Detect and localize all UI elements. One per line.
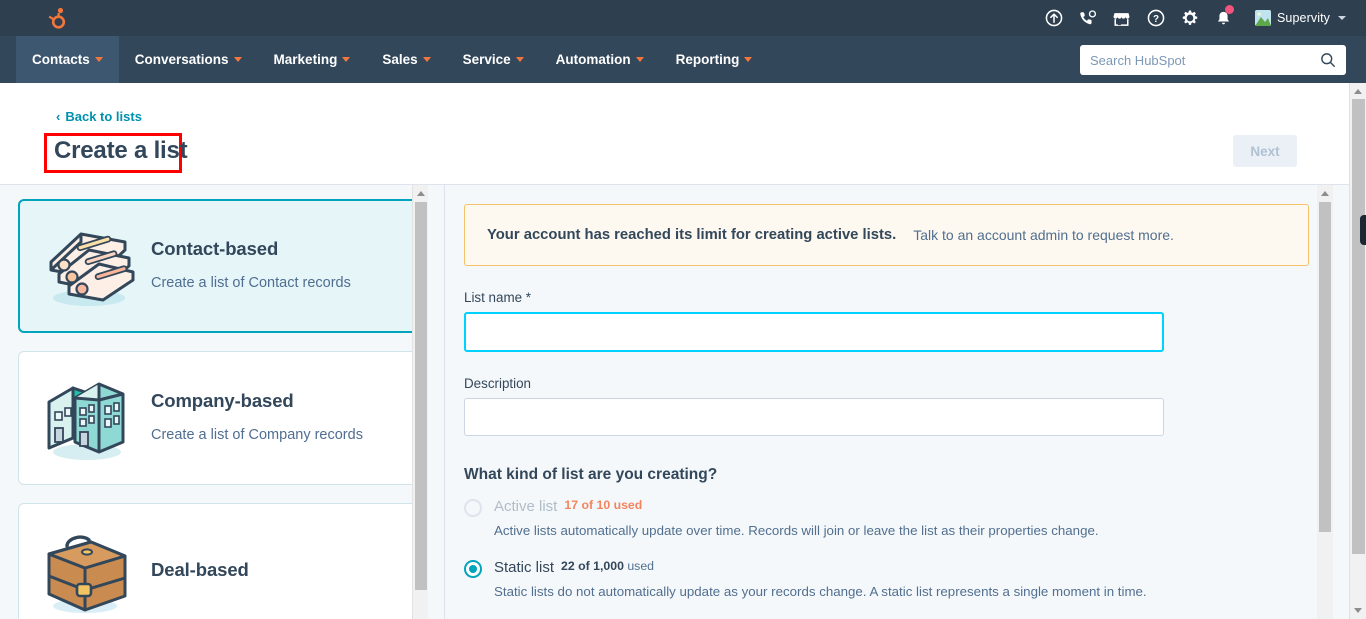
card-description: Create a list of Contact records xyxy=(151,274,351,291)
settings-gear-icon[interactable] xyxy=(1173,0,1207,36)
nav-item-marketing[interactable]: Marketing xyxy=(258,36,367,83)
avatar xyxy=(1254,10,1271,26)
radio-option-active-list[interactable]: Active list 17 of 10 used xyxy=(464,498,1293,517)
description-input[interactable] xyxy=(464,398,1164,436)
radio-label-active-list: Active list xyxy=(494,498,558,515)
static-list-usage: 22 of 1,000 used xyxy=(561,559,654,573)
chevron-down-icon xyxy=(422,57,431,62)
back-to-lists-link[interactable]: ‹ Back to lists xyxy=(56,109,142,124)
list-details-form: Your account has reached its limit for c… xyxy=(445,185,1333,619)
page-title: Create a list xyxy=(54,137,188,164)
account-menu[interactable]: Supervity xyxy=(1249,0,1352,36)
notifications-bell-icon[interactable] xyxy=(1207,0,1241,36)
utility-icons-group: ? Supervity xyxy=(1037,0,1352,36)
scroll-down-arrow-icon[interactable] xyxy=(1354,608,1362,613)
main-navigation: Contacts Conversations Marketing Sales S… xyxy=(0,36,1366,83)
radio-button-active-list[interactable] xyxy=(464,499,482,517)
nav-label: Automation xyxy=(555,52,631,67)
back-link-label: Back to lists xyxy=(65,109,142,124)
active-list-usage: 17 of 10 used xyxy=(564,498,643,512)
card-title: Deal-based xyxy=(151,559,249,580)
search-input[interactable] xyxy=(1090,52,1320,68)
next-button[interactable]: Next xyxy=(1233,135,1297,167)
svg-text:?: ? xyxy=(1153,14,1159,25)
nav-item-conversations[interactable]: Conversations xyxy=(119,36,258,83)
office-building-illustration-icon xyxy=(35,366,139,470)
list-name-label: List name * xyxy=(464,290,531,305)
radio-option-static-list[interactable]: Static list 22 of 1,000 used xyxy=(464,559,1293,578)
banner-heading: Your account has reached its limit for c… xyxy=(487,227,897,243)
right-panel-scrollbar[interactable] xyxy=(1317,185,1333,619)
chevron-down-icon xyxy=(515,57,524,62)
top-utility-bar: ? Supervity xyxy=(0,0,1366,36)
card-description: Create a list of Company records xyxy=(151,426,363,443)
scrollbar-thumb[interactable] xyxy=(1352,99,1365,554)
nav-item-automation[interactable]: Automation xyxy=(540,36,660,83)
banner-subtext: Talk to an account admin to request more… xyxy=(913,227,1174,243)
nav-label: Sales xyxy=(382,52,418,67)
card-title: Contact-based xyxy=(151,237,279,259)
radio-label-static-list: Static list xyxy=(494,558,555,576)
chevron-down-icon xyxy=(233,57,242,62)
content-body: Contact-based Create a list of Contact r… xyxy=(0,185,1349,619)
static-usage-count: 22 of 1,000 xyxy=(561,558,624,573)
card-text-block: Company-based Create a list of Company r… xyxy=(151,390,363,446)
left-panel-scrollbar[interactable] xyxy=(412,185,428,619)
page-header: ‹ Back to lists Next xyxy=(0,83,1349,185)
briefcase-illustration-icon xyxy=(35,518,139,619)
nav-label: Service xyxy=(462,52,511,67)
card-text-block: Deal-based xyxy=(151,559,249,581)
card-title: Company-based xyxy=(151,389,294,411)
chevron-left-icon: ‹ xyxy=(56,109,61,124)
active-list-help-text: Active lists automatically update over t… xyxy=(494,523,1099,538)
scroll-up-arrow-icon[interactable] xyxy=(1321,191,1329,196)
radio-button-static-list[interactable] xyxy=(464,559,482,578)
upgrade-arrow-icon[interactable] xyxy=(1037,0,1071,36)
contact-cards-illustration-icon xyxy=(35,214,139,318)
nav-item-sales[interactable]: Sales xyxy=(366,36,446,83)
nav-label: Conversations xyxy=(134,52,229,67)
scroll-up-arrow-icon[interactable] xyxy=(417,191,425,196)
list-type-card-contact-based[interactable]: Contact-based Create a list of Contact r… xyxy=(18,199,422,333)
search-icon[interactable] xyxy=(1320,52,1336,68)
list-kind-question: What kind of list are you creating? xyxy=(464,466,718,483)
browser-scrollbar[interactable] xyxy=(1349,83,1366,619)
scroll-up-arrow-icon[interactable] xyxy=(1354,89,1362,94)
chevron-down-icon xyxy=(635,57,644,62)
chevron-down-icon xyxy=(744,57,753,62)
global-search[interactable] xyxy=(1080,45,1346,75)
scroll-grip-handle[interactable] xyxy=(1360,215,1366,245)
scrollbar-thumb[interactable] xyxy=(415,202,427,590)
static-usage-unit: used xyxy=(627,558,654,573)
static-list-help-text: Static lists do not automatically update… xyxy=(494,583,1147,599)
hubspot-logo-icon[interactable] xyxy=(40,4,68,32)
chevron-down-icon xyxy=(1338,16,1346,20)
list-type-card-deal-based[interactable]: Deal-based xyxy=(18,503,422,619)
chevron-down-icon xyxy=(342,57,351,62)
calling-icon[interactable] xyxy=(1071,0,1105,36)
nav-item-contacts[interactable]: Contacts xyxy=(16,36,119,83)
help-icon[interactable]: ? xyxy=(1139,0,1173,36)
nav-item-reporting[interactable]: Reporting xyxy=(660,36,769,83)
marketplace-icon[interactable] xyxy=(1105,0,1139,36)
notification-badge xyxy=(1224,5,1234,14)
active-list-limit-banner: Your account has reached its limit for c… xyxy=(464,204,1309,266)
card-text-block: Contact-based Create a list of Contact r… xyxy=(151,238,351,294)
list-type-card-company-based[interactable]: Company-based Create a list of Company r… xyxy=(18,351,422,485)
list-type-panel: Contact-based Create a list of Contact r… xyxy=(0,185,428,619)
list-name-input[interactable] xyxy=(464,312,1164,352)
chevron-down-icon xyxy=(94,57,103,62)
description-label: Description xyxy=(464,376,531,391)
nav-label: Contacts xyxy=(32,52,90,67)
nav-label: Reporting xyxy=(675,52,740,67)
nav-item-service[interactable]: Service xyxy=(447,36,540,83)
account-name: Supervity xyxy=(1276,11,1330,25)
nav-label: Marketing xyxy=(273,52,338,67)
scrollbar-thumb[interactable] xyxy=(1319,202,1331,532)
